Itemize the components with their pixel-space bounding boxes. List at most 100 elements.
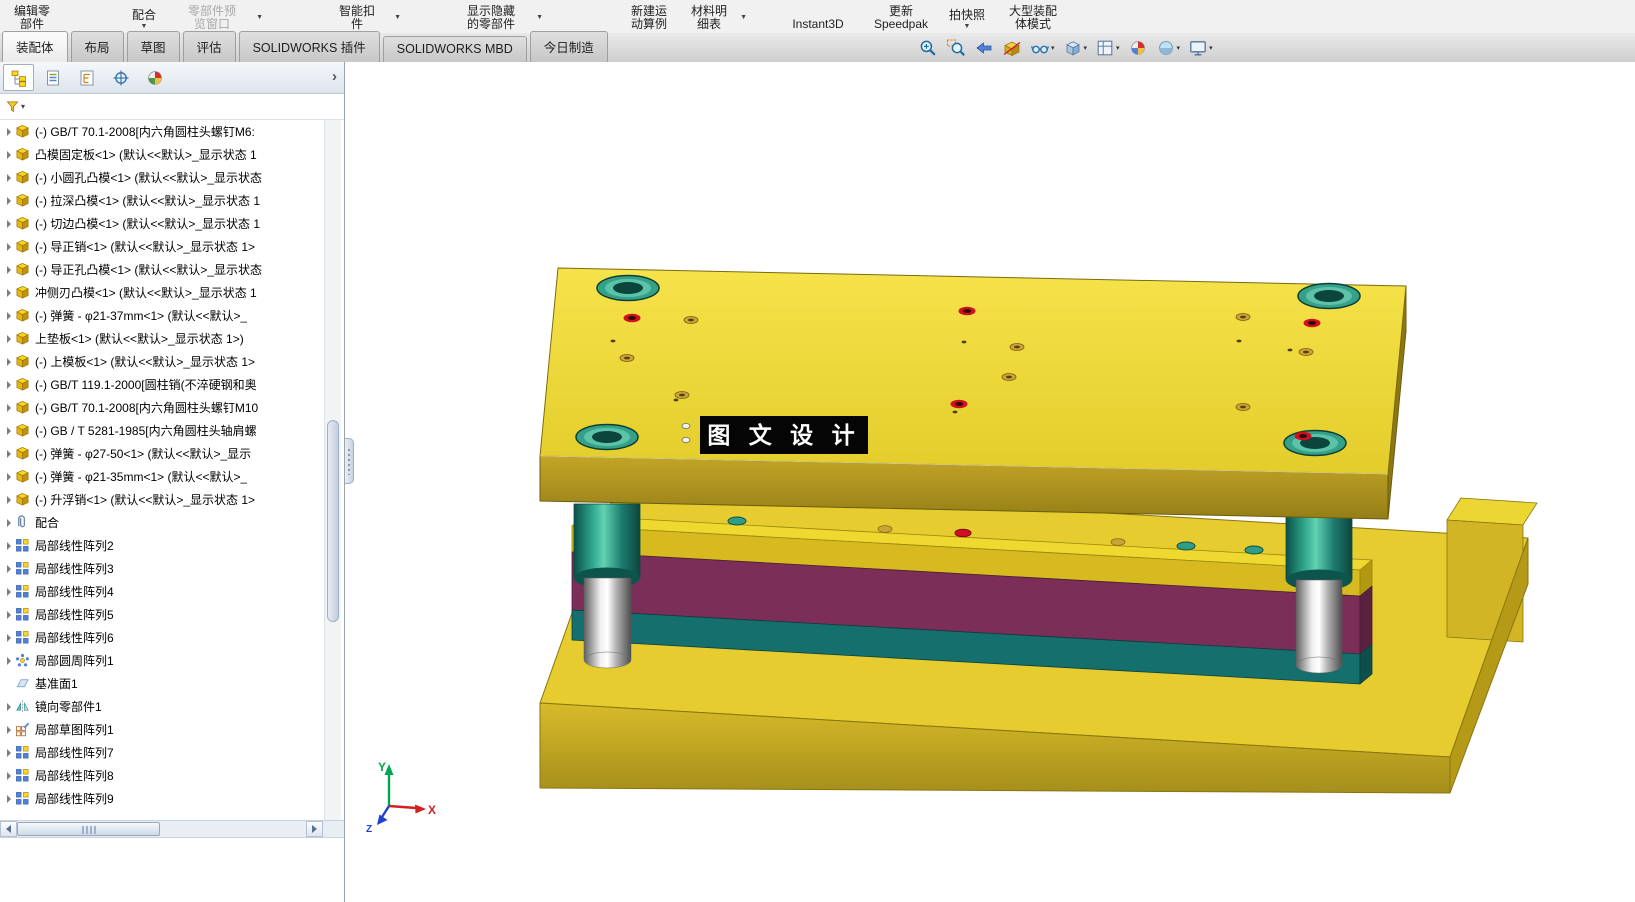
expand-arrow-icon[interactable]	[3, 656, 14, 665]
expand-arrow-icon[interactable]	[3, 541, 14, 550]
tree-item[interactable]: 局部线性阵列8	[0, 764, 324, 787]
filter-button[interactable]: ▾	[5, 99, 25, 114]
expand-arrow-icon[interactable]	[3, 288, 14, 297]
dropdown-arrow-icon[interactable]: ▼	[536, 11, 543, 24]
expand-arrow-icon[interactable]	[3, 725, 14, 734]
tab-layout[interactable]: 布局	[70, 31, 124, 62]
tree-item[interactable]: (-) 弹簧 - φ21-35mm<1> (默认<<默认>_	[0, 465, 324, 488]
tree-item[interactable]: (-) 弹簧 - φ27-50<1> (默认<<默认>_显示	[0, 442, 324, 465]
dropdown-caret-icon[interactable]: ▾	[1116, 44, 1120, 52]
guide-post-left[interactable]	[573, 503, 641, 669]
tree-horizontal-scrollbar[interactable]	[0, 820, 344, 838]
vertical-scrollbar-thumb[interactable]	[327, 420, 339, 622]
tree-item[interactable]: 局部线性阵列7	[0, 741, 324, 764]
tree-item[interactable]: 凸模固定板<1> (默认<<默认>_显示状态 1	[0, 143, 324, 166]
section-view-button[interactable]	[1002, 38, 1022, 58]
tree-item[interactable]: 局部线性阵列6	[0, 626, 324, 649]
expand-arrow-icon[interactable]	[3, 794, 14, 803]
tab-assembly[interactable]: 装配体	[2, 31, 68, 62]
dropdown-caret-icon[interactable]: ▾	[1209, 44, 1213, 52]
display-style-button[interactable]: ▾	[1063, 38, 1088, 58]
tree-item[interactable]: (-) GB/T 70.1-2008[内六角圆柱头螺钉M10	[0, 396, 324, 419]
tab-solidworks-mbd[interactable]: SOLIDWORKS MBD	[382, 36, 527, 62]
expand-arrow-icon[interactable]	[3, 771, 14, 780]
expand-arrow-icon[interactable]	[3, 334, 14, 343]
dropdown-arrow-icon[interactable]: ▼	[256, 11, 263, 24]
ribbon-button-edit-component[interactable]: 编辑零 部件	[0, 0, 64, 33]
ribbon-button-show-hidden-components[interactable]: 显示隐藏 的零部件 ▼	[450, 0, 543, 33]
scroll-left-arrow[interactable]	[0, 821, 17, 837]
model-canvas[interactable]: 图 文 设 计 Y X Z	[345, 62, 1635, 902]
tab-sketch[interactable]: 草图	[126, 31, 180, 62]
panel-splitter-handle[interactable]	[345, 438, 354, 484]
expand-arrow-icon[interactable]	[3, 173, 14, 182]
dropdown-arrow-icon[interactable]: ▼	[141, 22, 148, 31]
tree-item[interactable]: (-) 弹簧 - φ21-37mm<1> (默认<<默认>_	[0, 304, 324, 327]
tree-item[interactable]: 局部草图阵列1	[0, 718, 324, 741]
apply-scene-button[interactable]: ▾	[1156, 38, 1181, 58]
ribbon-button-mate[interactable]: 配合 ▼	[118, 0, 170, 33]
expand-arrow-icon[interactable]	[3, 403, 14, 412]
tree-item[interactable]: 局部线性阵列4	[0, 580, 324, 603]
die-plate-right[interactable]	[1359, 585, 1373, 655]
expand-arrow-icon[interactable]	[3, 702, 14, 711]
expand-arrow-icon[interactable]	[3, 587, 14, 596]
dropdown-caret-icon[interactable]: ▾	[1084, 44, 1088, 52]
tree-item[interactable]: 镜向零部件1	[0, 695, 324, 718]
horizontal-scrollbar-thumb[interactable]	[17, 822, 160, 836]
ribbon-button-take-snapshot[interactable]: 拍快照 ▼	[942, 0, 992, 33]
expand-arrow-icon[interactable]	[3, 127, 14, 136]
dimxpertmanager-tab[interactable]	[105, 64, 136, 91]
previous-view-button[interactable]	[974, 38, 994, 58]
tree-item[interactable]: (-) 上模板<1> (默认<<默认>_显示状态 1>	[0, 350, 324, 373]
propertymanager-tab[interactable]	[37, 64, 68, 91]
dropdown-arrow-icon[interactable]: ▼	[964, 22, 971, 31]
lower-die-assembly[interactable]	[539, 483, 1538, 794]
tree-item[interactable]: 局部线性阵列2	[0, 534, 324, 557]
view-settings-button[interactable]: ▾	[1188, 38, 1213, 58]
tree-item[interactable]: (-) 小圆孔凸模<1> (默认<<默认>_显示状态	[0, 166, 324, 189]
expand-arrow-icon[interactable]	[3, 357, 14, 366]
expand-arrow-icon[interactable]	[3, 564, 14, 573]
configurationmanager-tab[interactable]	[71, 64, 102, 91]
expand-arrow-icon[interactable]	[3, 196, 14, 205]
displaymanager-tab[interactable]	[139, 64, 170, 91]
edit-appearance-button[interactable]	[1128, 38, 1148, 58]
expand-arrow-icon[interactable]	[3, 748, 14, 757]
expand-arrow-icon[interactable]	[3, 610, 14, 619]
dropdown-arrow-icon[interactable]: ▼	[740, 11, 747, 24]
scroll-right-arrow[interactable]	[306, 821, 323, 837]
panel-flyout-arrow[interactable]: ›	[332, 68, 337, 86]
tree-item[interactable]: (-) GB/T 70.1-2008[内六角圆柱头螺钉M6:	[0, 120, 324, 143]
ribbon-button-new-motion-study[interactable]: 新建运 动算例	[618, 0, 680, 33]
dropdown-caret-icon[interactable]: ▾	[21, 102, 25, 111]
tab-evaluate[interactable]: 评估	[182, 31, 236, 62]
tab-todays-manufacture[interactable]: 今日制造	[529, 31, 608, 62]
ribbon-button-instant3d[interactable]: Instant3D	[780, 0, 856, 33]
tree-item[interactable]: (-) 切边凸模<1> (默认<<默认>_显示状态 1	[0, 212, 324, 235]
featuremanager-tab[interactable]	[3, 64, 34, 91]
expand-arrow-icon[interactable]	[3, 633, 14, 642]
expand-arrow-icon[interactable]	[3, 518, 14, 527]
tree-vertical-scrollbar[interactable]	[324, 120, 341, 820]
dropdown-arrow-icon[interactable]: ▼	[394, 11, 401, 24]
guide-post-right[interactable]	[1285, 505, 1353, 674]
ribbon-button-large-assembly-mode[interactable]: 大型装配 体模式	[994, 0, 1072, 33]
dropdown-caret-icon[interactable]: ▾	[1177, 44, 1181, 52]
tree-item[interactable]: (-) GB/T 119.1-2000[圆柱销(不淬硬钢和奥	[0, 373, 324, 396]
tree-item[interactable]: 局部线性阵列5	[0, 603, 324, 626]
ribbon-button-update-speedpak[interactable]: 更新 Speedpak	[862, 0, 940, 33]
tree-item[interactable]: 上垫板<1> (默认<<默认>_显示状态 1>)	[0, 327, 324, 350]
tab-solidworks-addins[interactable]: SOLIDWORKS 插件	[238, 31, 380, 62]
graphics-area[interactable]: 图 文 设 计 Y X Z	[345, 62, 1635, 902]
tree-item[interactable]: 冲侧刃凸模<1> (默认<<默认>_显示状态 1	[0, 281, 324, 304]
zoom-to-fit-button[interactable]	[918, 38, 938, 58]
tree-item[interactable]: (-) GB / T 5281-1985[内六角圆柱头轴肩螺	[0, 419, 324, 442]
dropdown-caret-icon[interactable]: ▾	[1051, 44, 1055, 52]
tree-item[interactable]: 局部线性阵列9	[0, 787, 324, 810]
expand-arrow-icon[interactable]	[3, 426, 14, 435]
ribbon-button-bill-of-materials[interactable]: 材料明 细表 ▼	[682, 0, 747, 33]
expand-arrow-icon[interactable]	[3, 311, 14, 320]
expand-arrow-icon[interactable]	[3, 495, 14, 504]
upper-die-plate[interactable]	[539, 267, 1407, 520]
